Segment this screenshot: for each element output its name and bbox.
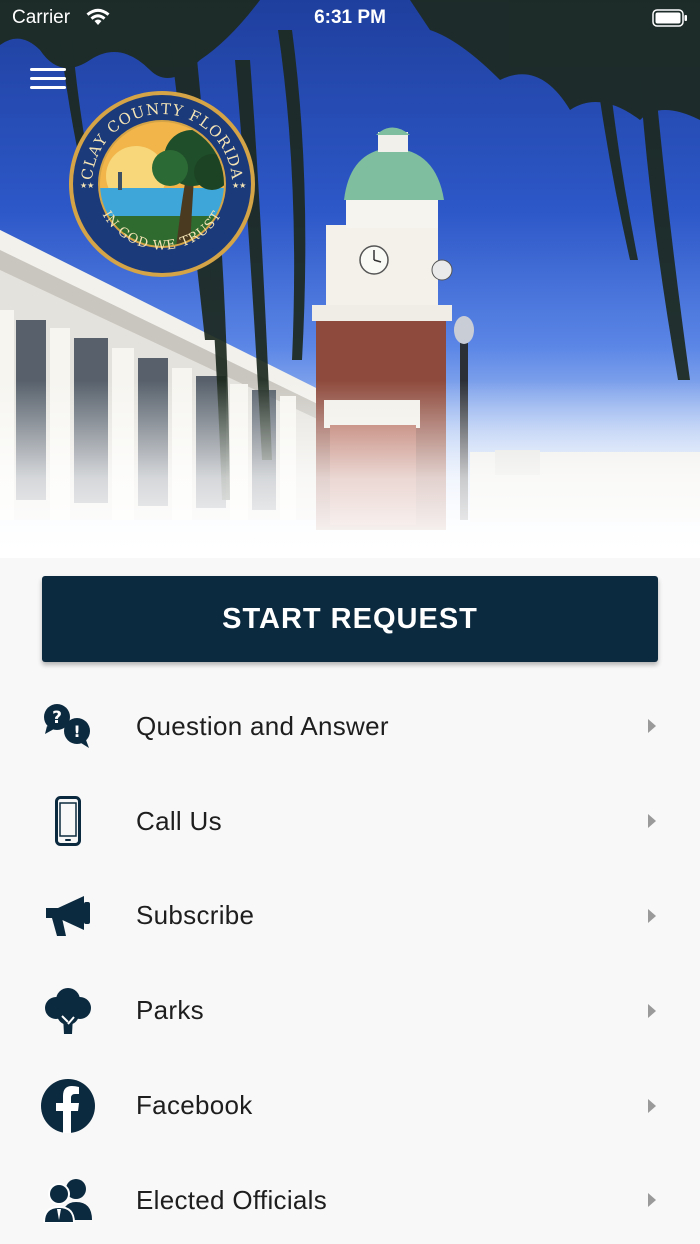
start-request-button[interactable]: START REQUEST xyxy=(42,576,658,662)
megaphone-icon xyxy=(40,888,96,944)
menu-item-label: Parks xyxy=(136,995,204,1026)
people-icon xyxy=(40,1172,96,1228)
svg-text:★★: ★★ xyxy=(80,181,94,190)
hamburger-menu-icon[interactable] xyxy=(30,68,66,96)
menu-item-subscribe[interactable]: Subscribe xyxy=(0,869,700,964)
menu-item-parks[interactable]: Parks xyxy=(0,963,700,1058)
svg-text:!: ! xyxy=(73,722,80,741)
phone-icon xyxy=(40,793,96,849)
menu-item-question-and-answer[interactable]: ? ! Question and Answer xyxy=(0,679,700,774)
svg-text:★★: ★★ xyxy=(232,181,246,190)
chevron-right-icon xyxy=(648,1003,656,1018)
menu-item-label: Subscribe xyxy=(136,900,255,931)
battery-icon xyxy=(652,9,687,27)
menu-item-facebook[interactable]: Facebook xyxy=(0,1058,700,1153)
menu-item-label: Question and Answer xyxy=(136,710,389,741)
menu-item-call-us[interactable]: Call Us xyxy=(0,774,700,869)
status-time: 6:31 PM xyxy=(314,7,386,28)
menu-item-label: Call Us xyxy=(136,805,222,836)
tree-icon xyxy=(40,983,96,1039)
menu-item-label: Elected Officials xyxy=(136,1184,328,1215)
menu-list: ? ! Question and Answer Call Us Subscrib… xyxy=(0,679,700,1244)
chevron-right-icon xyxy=(648,908,656,923)
menu-item-label: Facebook xyxy=(136,1090,253,1121)
question-answer-icon: ? ! xyxy=(40,698,96,754)
menu-item-elected-officials[interactable]: Elected Officials xyxy=(0,1153,700,1244)
chevron-right-icon xyxy=(648,814,656,829)
chevron-right-icon xyxy=(648,719,656,734)
svg-text:?: ? xyxy=(52,708,62,728)
county-seal-logo: CLAY COUNTY FLORIDA IN GOD WE TRUST ★★ ★… xyxy=(69,91,255,277)
chevron-right-icon xyxy=(648,1193,656,1208)
facebook-icon xyxy=(40,1078,96,1134)
chevron-right-icon xyxy=(648,1098,656,1113)
status-bar: Carrier 6:31 PM xyxy=(0,0,700,36)
